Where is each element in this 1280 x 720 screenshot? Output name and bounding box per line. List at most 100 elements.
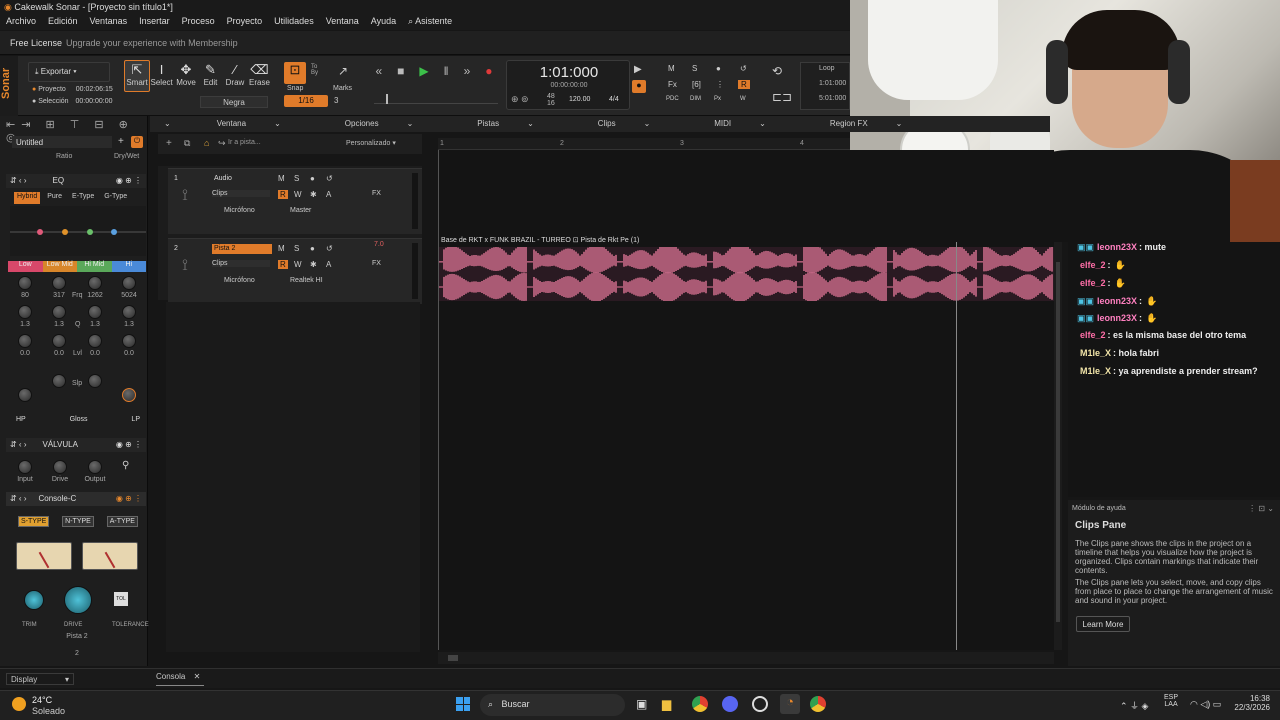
valve-nav-icons[interactable]: ⇵ ‹ › (10, 440, 26, 449)
eq-band-3[interactable]: Hi (111, 261, 146, 272)
archive-button[interactable]: A (326, 190, 331, 199)
track-2[interactable]: 2 Pista 2 ⟟ Clips Micrófono Realtek HI M S ● ↺ R W ✱… (168, 238, 422, 304)
monitor-button[interactable]: ↺ (326, 174, 333, 183)
global-button-7[interactable]: R (738, 80, 750, 89)
obs-icon[interactable] (752, 696, 768, 712)
fx-bin[interactable]: FX (372, 190, 381, 197)
export-button[interactable]: ⤓ Exportar ▾ (28, 62, 110, 82)
eq-nav-icons[interactable]: ⇵ ‹ › (10, 176, 26, 185)
loop-start[interactable]: 1:01:000 (819, 80, 849, 87)
draw-tool[interactable]: ∕ Draw (224, 62, 246, 87)
eq-filter-0[interactable]: HP (16, 416, 26, 423)
language-indicator[interactable]: ESP LAA (1164, 694, 1178, 708)
slope-knob-left[interactable] (52, 374, 66, 388)
clock[interactable]: 16:38 22/3/2026 (1228, 694, 1270, 712)
now-time-cursor[interactable] (956, 242, 957, 650)
stop-icon[interactable]: ■ (397, 64, 404, 86)
taskbar-search[interactable]: ⌕ Buscar (480, 694, 625, 716)
solo-button[interactable]: S (294, 244, 299, 253)
chat-username[interactable]: leonn23X (1097, 242, 1137, 252)
chat-username[interactable]: elfe_2 (1080, 260, 1106, 270)
weather-temp[interactable]: 24°C (32, 695, 52, 705)
view-menu-1[interactable]: Opciones ⌄ (331, 119, 432, 132)
weather-desc[interactable]: Soleado (32, 706, 65, 716)
read-automation-button[interactable]: R (278, 190, 288, 199)
menu-item-4[interactable]: Proceso (176, 14, 221, 30)
eq-mode-1[interactable]: Pure (44, 192, 65, 204)
view-menu-3[interactable]: Clips ⌄ (584, 119, 668, 132)
snap-to[interactable]: To By (311, 64, 318, 76)
input-echo-button[interactable]: ✱ (310, 260, 317, 269)
move-tool[interactable]: ✥ Move (175, 62, 197, 87)
file-explorer-icon[interactable]: ▆ (662, 697, 671, 711)
freq-knob-1[interactable] (52, 276, 66, 290)
eq-power-icon[interactable]: ◉ ⊕ ⋮ (116, 176, 142, 185)
global-button-4[interactable]: Fx (668, 80, 677, 89)
eq-band-0[interactable]: Low (8, 261, 43, 272)
play-mode-icon[interactable]: ▶ (634, 64, 642, 75)
lvl-knob-2[interactable] (88, 334, 102, 348)
track-preset-select[interactable]: Personalizado ▾ (346, 139, 396, 147)
valve-power-icon[interactable]: ◉ ⊕ ⋮ (116, 440, 142, 449)
drive-knob[interactable] (64, 586, 92, 614)
track-output-select[interactable]: Master (290, 207, 311, 214)
q-knob-1[interactable] (52, 305, 66, 319)
loop-toggle-icon[interactable]: ⟲ (772, 64, 782, 78)
chat-username[interactable]: elfe_2 (1080, 278, 1106, 288)
fast-forward-icon[interactable]: » (464, 64, 471, 86)
monitor-button[interactable]: ↺ (326, 244, 333, 253)
eq-filter-1[interactable]: Gloss (70, 416, 88, 423)
position-slider-handle[interactable] (386, 94, 388, 104)
audio-clip-waveform[interactable] (437, 243, 1054, 303)
valve-toggle-icon[interactable]: ⚲ (122, 460, 129, 471)
lvl-knob-1[interactable] (52, 334, 66, 348)
position-slider[interactable] (374, 94, 498, 104)
chrome-icon[interactable] (692, 696, 708, 712)
discord-icon[interactable] (722, 696, 738, 712)
vertical-scrollbar[interactable] (1054, 242, 1062, 650)
vertical-scrollbar-thumb[interactable] (1056, 262, 1060, 622)
write-automation-button[interactable]: W (294, 260, 302, 269)
console-tab[interactable]: Consola ✕ (156, 672, 204, 686)
tolerance-switch[interactable]: TOL (114, 592, 128, 606)
eq-header[interactable]: ⇵ ‹ › EQ ◉ ⊕ ⋮ (6, 174, 146, 188)
lvl-knob-0[interactable] (18, 334, 32, 348)
menu-item-9[interactable]: ⌕ Asistente (402, 14, 458, 30)
power-icon[interactable]: ⏻ (131, 136, 143, 148)
menu-item-2[interactable]: Ventanas (84, 14, 134, 30)
display-select[interactable]: Display ▾ (6, 673, 74, 685)
track-1[interactable]: 1 Audio ⟟ Clips Micrófono Master M S ● ↺ R W ✱ A FX (168, 168, 422, 234)
snap-value[interactable]: 1/16 (284, 95, 328, 107)
time-signature[interactable]: 4/4 (609, 96, 619, 103)
arm-button[interactable]: ● (310, 174, 315, 183)
valve-knob-0[interactable] (18, 460, 32, 474)
view-menu-4[interactable]: MIDI ⌄ (700, 119, 784, 132)
menu-item-8[interactable]: Ayuda (365, 14, 402, 30)
q-knob-3[interactable] (122, 305, 136, 319)
read-automation-button[interactable]: R (278, 260, 288, 269)
tray-icons[interactable]: ⌃ ⏚ ◈ (1120, 699, 1148, 712)
network-volume-battery-icons[interactable]: ◠ ◁) ▭ (1190, 699, 1221, 710)
console-power-icon[interactable]: ◉ ⊕ ⋮ (116, 494, 142, 503)
chat-username[interactable]: elfe_2 (1080, 330, 1106, 340)
global-button-11[interactable]: W (740, 96, 746, 102)
timeline-ruler[interactable]: 1 2 3 4 (438, 138, 850, 150)
inspector-tab-icons[interactable]: ⇤⇥ ⊞ ⊤ ⊟ ⊕ ◎ (6, 118, 146, 144)
horizontal-scrollbar[interactable] (438, 652, 1054, 664)
smart-cursor-tool[interactable]: ⇱ Smart (126, 62, 148, 87)
console-header[interactable]: ⇵ ‹ › Console-C ◉ ⊕ ⋮ (6, 492, 146, 506)
rewind-icon[interactable]: « (375, 64, 382, 86)
track-input-select[interactable]: Micrófono (224, 277, 255, 284)
freq-knob-2[interactable] (88, 276, 102, 290)
metronome-icons[interactable]: ⊕ ⊚ (511, 94, 529, 105)
duplicate-icon[interactable]: ⧉ (184, 138, 190, 149)
play-icon[interactable]: ▶ (419, 64, 428, 86)
valve-knob-1[interactable] (53, 460, 67, 474)
arm-button[interactable]: ● (310, 244, 315, 253)
close-icon[interactable]: ✕ (194, 672, 201, 681)
chat-username[interactable]: leonn23X (1097, 313, 1137, 323)
track-name[interactable]: Pista 2 (212, 244, 272, 254)
fx-bin[interactable]: FX (372, 260, 381, 267)
write-automation-button[interactable]: W (294, 190, 302, 199)
menu-item-1[interactable]: Edición (42, 14, 84, 30)
